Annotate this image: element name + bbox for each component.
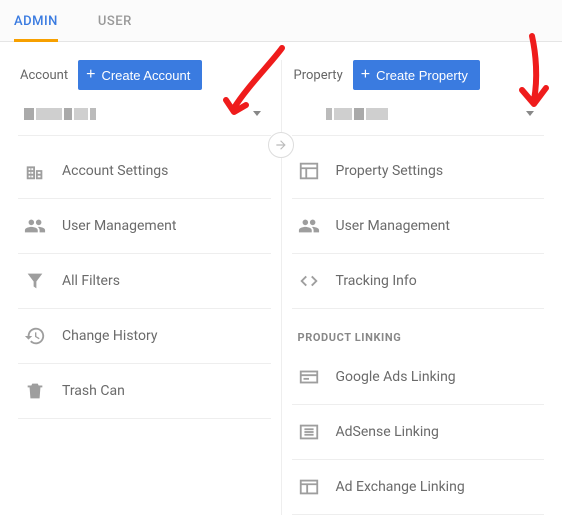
menu-trash-can[interactable]: Trash Can [18,364,271,419]
users-icon [24,215,46,237]
transfer-button[interactable] [268,132,294,158]
menu-account-settings[interactable]: Account Settings [18,144,271,199]
create-property-button[interactable]: + Create Property [353,60,480,90]
card-icon [298,366,320,388]
code-icon [298,270,320,292]
property-selector[interactable] [292,102,545,136]
layout-icon [298,160,320,182]
create-account-label: Create Account [101,68,190,83]
plus-icon: + [86,67,95,83]
menu-label: Account Settings [62,162,168,180]
menu-ad-exchange-linking[interactable]: Ad Exchange Linking [292,460,545,515]
menu-adsense-linking[interactable]: AdSense Linking [292,405,545,460]
list-icon [298,421,320,443]
account-selected-value [24,108,96,120]
menu-label: AdSense Linking [336,423,439,441]
menu-label: Trash Can [62,382,125,400]
menu-change-history[interactable]: Change History [18,309,271,364]
menu-label: Property Settings [336,162,444,180]
menu-property-user-management[interactable]: User Management [292,199,545,254]
menu-label: User Management [62,217,176,235]
building-icon [24,160,46,182]
menu-label: Change History [62,327,157,345]
menu-property-settings[interactable]: Property Settings [292,144,545,199]
tab-user[interactable]: USER [98,1,132,42]
menu-account-user-management[interactable]: User Management [18,199,271,254]
menu-label: All Filters [62,272,120,290]
chevron-down-icon [253,111,261,116]
tab-admin[interactable]: ADMIN [14,1,58,42]
menu-label: User Management [336,217,450,235]
menu-label: Tracking Info [336,272,417,290]
menu-tracking-info[interactable]: Tracking Info [292,254,545,309]
plus-icon: + [361,67,370,83]
property-label: Property [294,68,343,83]
menu-label: Google Ads Linking [336,368,456,386]
menu-google-ads-linking[interactable]: Google Ads Linking [292,350,545,405]
account-selector[interactable] [18,102,271,136]
chevron-down-icon [526,111,534,116]
product-linking-title: PRODUCT LINKING [292,309,545,350]
menu-all-filters[interactable]: All Filters [18,254,271,309]
panel-icon [298,476,320,498]
property-selected-value [326,108,388,120]
create-account-button[interactable]: + Create Account [78,60,202,90]
history-icon [24,325,46,347]
create-property-label: Create Property [376,68,468,83]
menu-label: Ad Exchange Linking [336,478,465,496]
users-icon [298,215,320,237]
arrow-right-circle-icon [274,138,288,152]
filter-icon [24,270,46,292]
trash-icon [24,380,46,402]
account-label: Account [20,68,68,83]
